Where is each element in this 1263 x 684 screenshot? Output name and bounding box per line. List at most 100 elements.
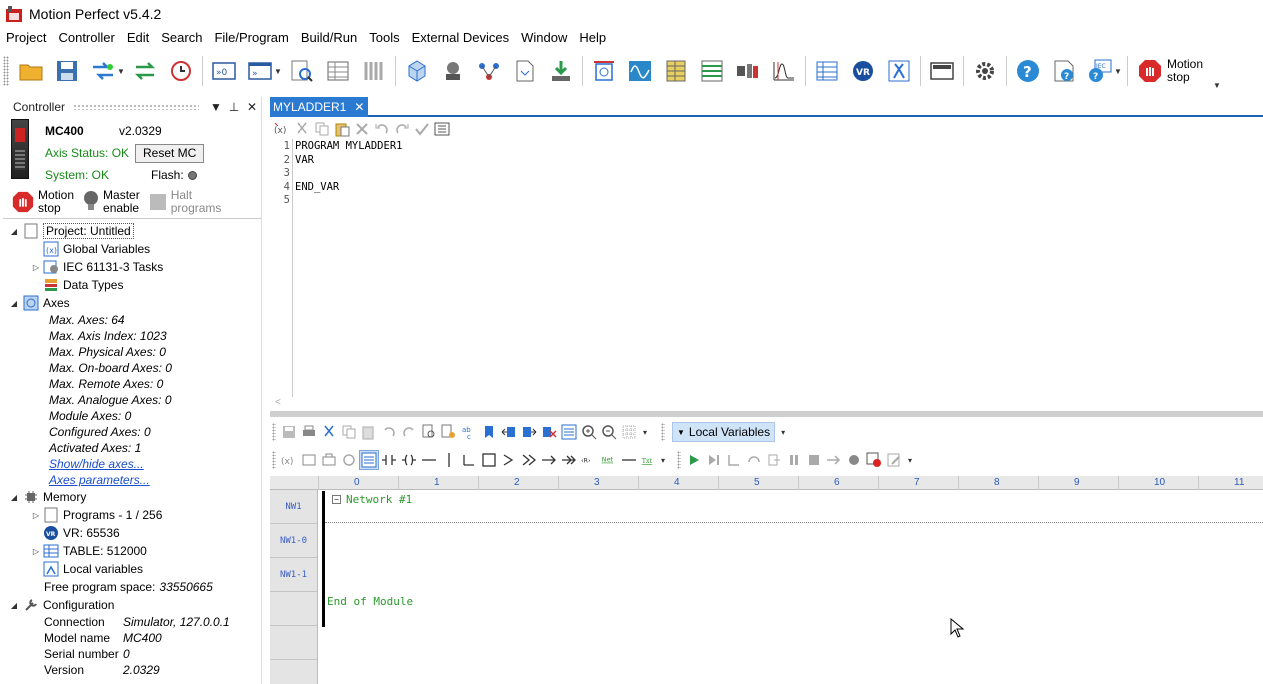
terminal-icon[interactable]: » [245,56,275,86]
network-label[interactable]: NW1-0 [270,524,317,558]
zoom-in-icon[interactable] [579,422,599,442]
variable-icon[interactable]: (x) [272,119,292,139]
redo-icon[interactable] [392,119,412,139]
code-editor[interactable]: 1 PROGRAM MYLADDER1 2 VAR 3 4 END_VAR 5 [270,139,1263,397]
expand-arrow-icon[interactable]: ▷ [31,547,41,556]
step-icon[interactable] [704,450,724,470]
return-icon[interactable] [519,450,539,470]
copy-icon[interactable] [339,422,359,442]
grid-icon[interactable] [619,422,639,442]
local-variables-icon[interactable] [884,56,914,86]
help-document-icon[interactable]: ? [1049,56,1079,86]
pin-icon[interactable]: ⊥ [225,100,243,114]
hmi-icon[interactable] [927,56,957,86]
spreadsheet-icon[interactable] [812,56,842,86]
collapse-arrow-icon[interactable]: ◢ [9,493,19,502]
step-out-icon[interactable] [764,450,784,470]
iec-help-dropdown-icon[interactable]: ▼ [1114,67,1122,76]
halt-programs-button[interactable]: Halt programs [148,188,221,215]
tree-programs[interactable]: ▷ Programs - 1 / 256 [3,506,261,524]
tree-table[interactable]: ▷ TABLE: 512000 [3,542,261,560]
paste-icon[interactable] [359,422,379,442]
format-active-icon[interactable] [359,450,379,470]
menu-file-program[interactable]: File/Program [208,28,294,48]
overflow-dropdown-icon[interactable]: ▾ [643,428,651,437]
connect-icon[interactable] [88,56,118,86]
tree-local-variables[interactable]: Local variables [3,560,261,578]
oscilloscope-icon[interactable] [625,56,655,86]
network-label[interactable]: NW1-1 [270,558,317,592]
local-variables-button[interactable]: ▼ Local Variables [672,422,776,442]
format-icon[interactable] [559,422,579,442]
previous-bookmark-icon[interactable] [499,422,519,442]
step-into-icon[interactable] [724,450,744,470]
replace-ab-icon[interactable]: ab c [459,422,479,442]
axis-parameters-icon[interactable] [589,56,619,86]
find-icon[interactable] [419,422,439,442]
expand-arrow-icon[interactable]: ▷ [31,511,41,520]
paste-icon[interactable] [332,119,352,139]
search-document-icon[interactable] [287,56,317,86]
iec-help-icon[interactable]: IEC? [1085,56,1115,86]
breakpoint-icon[interactable] [844,450,864,470]
tree-axes[interactable]: ◢ Axes [3,294,261,312]
devices-icon[interactable] [733,56,763,86]
menu-controller[interactable]: Controller [52,28,120,48]
menu-build-run[interactable]: Build/Run [295,28,363,48]
vertical-line-icon[interactable] [439,450,459,470]
toolbar-grip[interactable] [661,423,665,441]
branch-icon[interactable] [459,450,479,470]
vr-table-icon[interactable] [697,56,727,86]
toolbar-overflow-icon[interactable]: ▼ [1213,81,1221,90]
variable-icon[interactable]: (x) [279,450,299,470]
copy-icon[interactable] [312,119,332,139]
sync-icon[interactable] [130,56,160,86]
connect-dropdown-icon[interactable]: ▼ [117,67,125,76]
menu-tools[interactable]: Tools [363,28,405,48]
menu-project[interactable]: Project [0,28,52,48]
toolbar-grip[interactable] [272,451,276,469]
open-folder-icon[interactable] [16,56,46,86]
terminal-dropdown-icon[interactable]: ▼ [274,67,282,76]
run-icon[interactable] [684,450,704,470]
tree-global-variables[interactable]: (x) Global Variables [3,240,261,258]
profile-graph-icon[interactable] [769,56,799,86]
edit-breakpoint-icon[interactable] [884,450,904,470]
arrow-right-icon[interactable] [539,450,559,470]
reset-coil-icon[interactable]: ‹R› [579,450,599,470]
scroll-left-icon[interactable]: < [275,397,281,408]
panel-menu-icon[interactable]: ▼ [207,100,225,114]
overflow-dropdown-icon[interactable]: ▾ [661,456,669,465]
help-icon[interactable]: ? [1013,56,1043,86]
axes-parameters-link[interactable]: Axes parameters... [3,472,261,488]
go-arrow-icon[interactable] [824,450,844,470]
show-hide-axes-link[interactable]: Show/hide axes... [3,456,261,472]
undo-icon[interactable] [379,422,399,442]
tree-project[interactable]: ◢ Project: Untitled [3,222,261,240]
collapse-box-icon[interactable]: − [332,495,341,504]
text-label-icon[interactable]: Txt [639,450,659,470]
undo-icon[interactable] [372,119,392,139]
step-over-icon[interactable] [744,450,764,470]
table-viewer-icon[interactable] [323,56,353,86]
master-enable-button[interactable]: Master enable [82,188,140,215]
motion-stop-button[interactable]: Motion stop [11,188,74,215]
pause-icon[interactable] [784,450,804,470]
io-viewer-icon[interactable] [359,56,389,86]
menu-window[interactable]: Window [515,28,573,48]
refresh-icon[interactable] [339,450,359,470]
tree-configuration[interactable]: ◢ Configuration [3,596,261,614]
stop-icon[interactable] [804,450,824,470]
menu-search[interactable]: Search [155,28,208,48]
insert-rung-icon[interactable] [299,450,319,470]
local-variables-overflow-icon[interactable]: ▾ [781,428,789,437]
insert-network-icon[interactable] [319,450,339,470]
toolbar-motion-stop-button[interactable]: Motion stop [1137,58,1217,84]
contact-icon[interactable] [379,450,399,470]
panel-grip[interactable] [73,104,199,110]
vr-icon[interactable]: VR [848,56,878,86]
toolbar-grip[interactable] [3,56,9,86]
jump-icon[interactable] [499,450,519,470]
robot-icon[interactable] [438,56,468,86]
function-block-icon[interactable] [479,450,499,470]
